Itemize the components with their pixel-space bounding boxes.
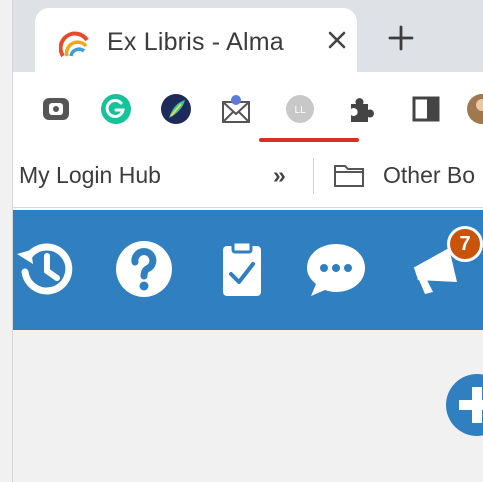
browser-window: Ex Libris - Alma LL My Login Hub » Other…	[12, 0, 483, 482]
ex-libris-rainbow-arc-icon	[59, 31, 89, 58]
svg-text:LL: LL	[294, 105, 306, 116]
tab-strip: Ex Libris - Alma	[13, 0, 483, 72]
bookmarks-separator	[313, 158, 314, 194]
history-icon[interactable]	[15, 238, 77, 300]
alma-header-bar: 7	[13, 210, 483, 330]
extension-toolbar: LL	[13, 72, 483, 148]
add-button[interactable]	[446, 374, 483, 436]
profile-extension-icon[interactable]: LL	[283, 92, 317, 126]
bookmark-my-login-hub[interactable]: My Login Hub	[19, 162, 161, 189]
folder-icon	[334, 165, 364, 187]
feather-extension-icon[interactable]	[159, 92, 193, 126]
avatar[interactable]	[465, 92, 483, 126]
bookmarks-overflow-chevron[interactable]: »	[273, 162, 286, 189]
side-panel-icon[interactable]	[409, 92, 443, 126]
bookmark-other-bookmarks[interactable]: Other Bo	[383, 162, 475, 189]
close-icon[interactable]	[323, 26, 351, 54]
help-icon[interactable]	[113, 238, 175, 300]
tasks-clipboard-icon[interactable]	[211, 238, 273, 300]
grammarly-icon[interactable]	[99, 92, 133, 126]
plus-icon[interactable]	[385, 22, 417, 54]
puzzle-piece-icon[interactable]	[343, 92, 377, 126]
bookmarks-bar: My Login Hub » Other Bo	[13, 148, 483, 208]
chat-icon[interactable]	[305, 238, 367, 300]
tab-ex-libris-alma[interactable]: Ex Libris - Alma	[35, 8, 357, 72]
screenshot-extension-icon[interactable]	[39, 92, 73, 126]
main-content-area	[13, 330, 483, 482]
mail-extension-icon[interactable]	[219, 92, 253, 126]
highlight-underline	[259, 138, 359, 142]
notification-count-badge: 7	[447, 226, 483, 262]
tab-title: Ex Libris - Alma	[107, 28, 284, 56]
